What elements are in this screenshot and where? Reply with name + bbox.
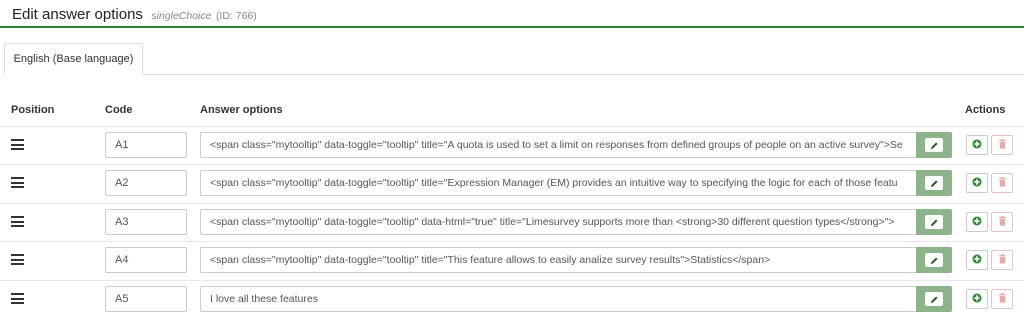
edit-answer-button[interactable] xyxy=(916,247,952,273)
plus-circle-icon xyxy=(972,251,982,269)
code-input[interactable]: A4 xyxy=(105,247,187,273)
drag-handle-icon[interactable] xyxy=(11,216,24,227)
tab-baseline xyxy=(143,74,1024,75)
header-divider xyxy=(0,26,1024,28)
tab-base-language[interactable]: English (Base language) xyxy=(4,43,143,74)
delete-option-button[interactable] xyxy=(991,135,1013,155)
code-input[interactable]: A1 xyxy=(105,132,187,158)
plus-circle-icon xyxy=(972,136,982,154)
drag-handle-icon[interactable] xyxy=(11,293,24,304)
column-header-code: Code xyxy=(105,104,133,116)
column-header-actions: Actions xyxy=(965,104,1006,116)
plus-circle-icon xyxy=(972,213,982,231)
plus-circle-icon xyxy=(972,174,982,192)
question-type: singleChoice xyxy=(151,10,212,22)
edit-answer-button[interactable] xyxy=(916,170,952,196)
row-divider xyxy=(0,203,1024,204)
edit-answer-button[interactable] xyxy=(916,132,952,158)
pencil-icon xyxy=(925,138,943,152)
drag-handle-icon[interactable] xyxy=(11,139,24,150)
drag-handle-icon[interactable] xyxy=(11,177,24,188)
pencil-icon xyxy=(925,253,943,267)
edit-answer-button[interactable] xyxy=(916,209,952,235)
column-header-position: Position xyxy=(11,104,55,116)
delete-option-button[interactable] xyxy=(991,173,1013,193)
plus-circle-icon xyxy=(972,290,982,308)
pencil-icon xyxy=(925,176,943,190)
question-id: (ID: 766) xyxy=(215,10,257,22)
page-title: Edit answer options xyxy=(12,6,143,23)
delete-option-button[interactable] xyxy=(991,250,1013,270)
pencil-icon xyxy=(925,292,943,306)
row-divider xyxy=(0,241,1024,242)
add-option-button[interactable] xyxy=(966,289,988,309)
delete-option-button[interactable] xyxy=(991,212,1013,232)
add-option-button[interactable] xyxy=(966,135,988,155)
drag-handle-icon[interactable] xyxy=(11,254,24,265)
add-option-button[interactable] xyxy=(966,250,988,270)
tab-label: English (Base language) xyxy=(13,53,134,65)
answer-input[interactable]: <span class="mytooltip" data-toggle="too… xyxy=(200,209,916,235)
trash-icon xyxy=(998,251,1007,269)
answer-input[interactable]: I love all these features xyxy=(200,286,916,312)
answer-input[interactable]: <span class="mytooltip" data-toggle="too… xyxy=(200,247,916,273)
table-row: A4 <span class="mytooltip" data-toggle="… xyxy=(0,241,1024,279)
table-row: A1 <span class="mytooltip" data-toggle="… xyxy=(0,126,1024,164)
trash-icon xyxy=(998,136,1007,154)
trash-icon xyxy=(998,213,1007,231)
trash-icon xyxy=(998,290,1007,308)
row-divider xyxy=(0,126,1024,127)
pencil-icon xyxy=(925,215,943,229)
table-row: A2 <span class="mytooltip" data-toggle="… xyxy=(0,164,1024,202)
table-row: A5 I love all these features xyxy=(0,280,1024,318)
answer-input[interactable]: <span class="mytooltip" data-toggle="too… xyxy=(200,170,916,196)
answer-input[interactable]: <span class="mytooltip" data-toggle="too… xyxy=(200,132,916,158)
column-header-answer: Answer options xyxy=(200,104,283,116)
code-input[interactable]: A3 xyxy=(105,209,187,235)
add-option-button[interactable] xyxy=(966,173,988,193)
table-row: A3 <span class="mytooltip" data-toggle="… xyxy=(0,203,1024,241)
code-input[interactable]: A5 xyxy=(105,286,187,312)
trash-icon xyxy=(998,174,1007,192)
code-input[interactable]: A2 xyxy=(105,170,187,196)
row-divider xyxy=(0,280,1024,281)
delete-option-button[interactable] xyxy=(991,289,1013,309)
add-option-button[interactable] xyxy=(966,212,988,232)
page-header: Edit answer options singleChoice (ID: 76… xyxy=(12,6,257,26)
edit-answer-button[interactable] xyxy=(916,286,952,312)
row-divider xyxy=(0,164,1024,165)
